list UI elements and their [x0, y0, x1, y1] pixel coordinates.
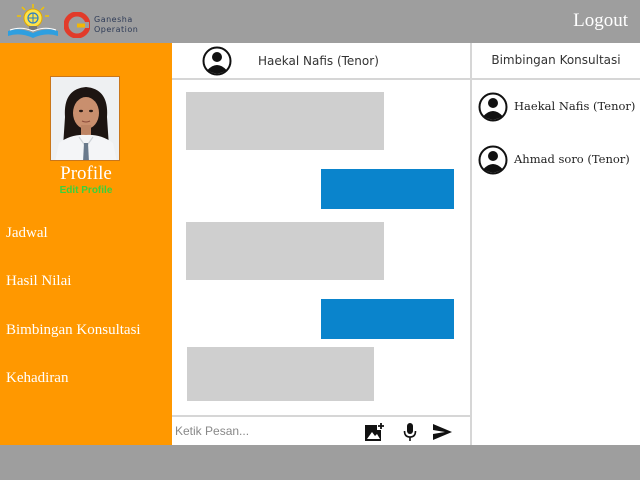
user-avatar-icon	[478, 145, 508, 175]
contact-name: Haekal Nafis (Tenor)	[514, 99, 636, 113]
brand-name-line2: Operation	[94, 25, 139, 34]
message-bubble-incoming	[186, 222, 384, 280]
message-bubble-outgoing	[321, 169, 454, 209]
sidebar: Profile Edit Profile Jadwal Hasil Nilai …	[0, 43, 172, 445]
sidebar-item-jadwal[interactable]: Jadwal	[6, 225, 48, 242]
brand-name-line1: Ganesha	[94, 15, 133, 24]
message-composer	[172, 415, 470, 445]
contact-item[interactable]: Haekal Nafis (Tenor)	[478, 92, 640, 124]
message-bubble-incoming	[187, 347, 374, 401]
ganesha-g-logo-icon	[64, 12, 90, 38]
chat-contact-name: Haekal Nafis (Tenor)	[258, 54, 379, 68]
message-bubble-outgoing	[321, 299, 454, 339]
contact-item[interactable]: Ahmad soro (Tenor)	[478, 145, 640, 177]
user-avatar-icon	[478, 92, 508, 122]
sidebar-item-bimbingan-konsultasi[interactable]: Bimbingan Konsultasi	[6, 322, 141, 339]
contact-name: Ahmad soro (Tenor)	[514, 152, 630, 166]
microphone-icon[interactable]	[399, 421, 421, 443]
contacts-panel: Bimbingan Konsultasi Haekal Nafis (Tenor…	[472, 43, 640, 445]
edit-profile-link[interactable]: Edit Profile	[0, 185, 172, 196]
user-avatar-icon	[202, 46, 232, 76]
send-icon[interactable]	[431, 421, 453, 443]
chat-panel: Haekal Nafis (Tenor)	[172, 43, 470, 445]
profile-title: Profile	[60, 163, 112, 184]
contacts-panel-title: Bimbingan Konsultasi	[472, 43, 640, 80]
message-input[interactable]	[175, 421, 355, 441]
sidebar-item-kehadiran[interactable]: Kehadiran	[6, 370, 68, 387]
lightbulb-book-logo-icon	[8, 4, 58, 38]
message-bubble-incoming	[186, 92, 384, 150]
top-bar: Ganesha Operation Logout	[0, 0, 640, 43]
logout-button[interactable]: Logout	[573, 10, 628, 32]
sidebar-item-hasil-nilai[interactable]: Hasil Nilai	[6, 273, 71, 290]
chat-header: Haekal Nafis (Tenor)	[172, 43, 470, 80]
student-portrait-image	[51, 77, 119, 160]
add-image-icon[interactable]	[363, 421, 385, 443]
ganesha-operation-logo: Ganesha Operation	[64, 12, 144, 38]
profile-photo	[50, 76, 120, 161]
